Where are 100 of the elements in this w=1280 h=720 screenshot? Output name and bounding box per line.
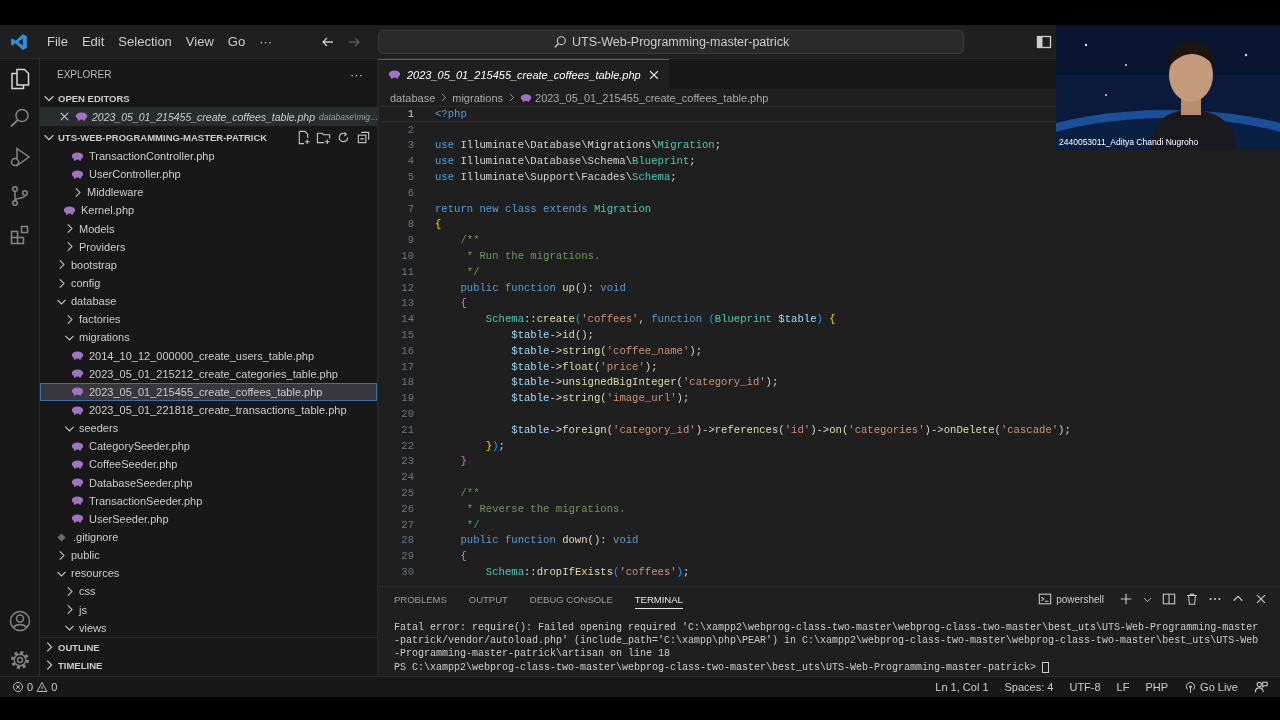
tree-item[interactable]: config [40, 274, 377, 293]
line-number: 6 [406, 186, 414, 199]
tree-item[interactable]: js [40, 600, 377, 619]
status-item[interactable]: LF [1116, 681, 1130, 693]
tree-item[interactable]: Middleware [40, 183, 377, 202]
new-file-icon[interactable] [296, 129, 311, 145]
tree-item[interactable]: 2023_05_01_221818_create_transactions_table.php [40, 400, 377, 420]
panel-tab[interactable]: OUTPUT [468, 589, 508, 609]
tree-item[interactable]: UserSeeder.php [40, 509, 377, 528]
code-line: public function up(): void [459, 281, 626, 294]
breadcrumb-item[interactable]: migrations [452, 91, 503, 104]
code-line: */ [465, 265, 480, 278]
line-number: 21 [400, 423, 414, 436]
close-icon[interactable] [1254, 592, 1268, 606]
tree-item[interactable]: Providers [40, 237, 377, 256]
section-header[interactable]: UTS-WEB-PROGRAMMING-MASTER-PATRICK [40, 130, 268, 144]
tree-item[interactable]: seeders [40, 419, 377, 438]
tree-item[interactable]: Kernel.php [40, 201, 377, 220]
tree-item[interactable]: TransactionSeeder.php [40, 491, 377, 510]
refresh-icon[interactable] [336, 129, 351, 145]
open-editor-item[interactable]: 2023_05_01_215455_create_coffees_table.php database\mig… [40, 107, 377, 126]
line-number: 15 [400, 329, 414, 342]
line-number: 24 [400, 471, 414, 484]
layout-icon[interactable] [1036, 33, 1053, 50]
tree-item[interactable]: 2014_10_12_000000_create_users_table.php [40, 346, 377, 365]
collapse-all-icon[interactable] [356, 129, 371, 145]
line-number: 7 [406, 202, 414, 215]
breadcrumb-item[interactable]: database [390, 91, 436, 104]
tree-item[interactable]: 2023_05_01_215212_create_categories_table.php [40, 364, 377, 383]
editor-tab[interactable]: 2023_05_01_215455_create_coffees_table.php [378, 59, 669, 89]
line-number: 14 [400, 313, 414, 326]
tree-item[interactable]: migrations [40, 328, 377, 347]
line-number: 25 [400, 487, 414, 499]
status-item[interactable]: Ln 1, Col 1 [935, 681, 989, 693]
code-line: { [459, 297, 467, 310]
app-logo-icon [10, 32, 28, 51]
problems-button[interactable]: 0 0 [12, 681, 58, 693]
code-line: $table->unsignedBigInteger('category_id'); [510, 376, 779, 389]
tree-item[interactable]: CoffeeSeeder.php [40, 455, 377, 474]
code-line: Schema::create('coffees', function (Blueprint $table) { [484, 313, 836, 326]
panel-tab[interactable]: DEBUG CONSOLE [529, 589, 613, 609]
line-number: 22 [400, 439, 414, 452]
line-number: 3 [406, 139, 414, 152]
tree-item[interactable]: .gitignore [40, 527, 377, 547]
warning-icon [36, 681, 49, 693]
line-number: 1 [406, 107, 414, 120]
broadcast-icon [1184, 680, 1198, 694]
file-type-icon [71, 149, 84, 163]
menu-item[interactable]: Go [221, 31, 252, 52]
error-icon [12, 681, 24, 693]
file-type-icon [71, 457, 84, 471]
tree-item[interactable]: resources [40, 564, 377, 583]
menu-item[interactable]: View [179, 31, 220, 52]
menu-item[interactable]: File [41, 31, 74, 52]
status-item[interactable]: PHP [1145, 681, 1169, 693]
feedback-icon[interactable] [1254, 680, 1268, 694]
tree-item[interactable]: UserController.php [40, 165, 377, 184]
tree-item[interactable]: bootstrap [40, 255, 377, 274]
tree-item[interactable]: factories [40, 310, 377, 329]
menu-item[interactable]: Edit [75, 31, 111, 52]
tree-item[interactable]: Models [40, 219, 377, 238]
section-header[interactable]: OPEN EDITORS [40, 91, 130, 105]
status-item[interactable]: Spaces: 4 [1004, 681, 1054, 693]
status-item[interactable]: UTF-8 [1069, 681, 1101, 693]
close-icon[interactable] [58, 110, 71, 123]
line-number: 20 [400, 408, 414, 421]
file-type-icon [71, 167, 84, 181]
tree-item[interactable]: 2023_05_01_215455_create_coffees_table.php [40, 382, 377, 401]
account-icon[interactable] [7, 609, 32, 633]
participant-name: 2440053011_Aditya Chandi Nugroho [1059, 137, 1199, 147]
panel-tab[interactable]: PROBLEMS [394, 589, 447, 609]
code-line: /** [459, 487, 480, 499]
section-header[interactable]: TIMELINE [40, 658, 103, 672]
menu-item[interactable]: ··· [253, 31, 279, 52]
split-icon[interactable] [1162, 592, 1176, 606]
section-header[interactable]: OUTLINE [40, 640, 100, 654]
terminal-line: Fatal error: require(): Failed opening required 'C:\xampp2\webprog-class-two-master\webprog-class-two-master\best_uts\UTS-Web-Programming-master [394, 621, 1260, 635]
go-live-button[interactable]: Go Live [1184, 680, 1238, 694]
terminal-selector[interactable]: powershell [1038, 592, 1104, 606]
tree-item[interactable]: DatabaseSeeder.php [40, 473, 377, 492]
tree-item[interactable]: views [40, 618, 377, 637]
menu-item[interactable]: Selection [112, 31, 178, 52]
code-line: $table->foreign('category_id')->references('id')->on('categories')->onDelete('cascade'); [510, 423, 1071, 436]
panel-tab[interactable]: TERMINAL [634, 589, 683, 609]
tree-item[interactable]: TransactionController.php [40, 147, 377, 166]
line-number: 19 [400, 392, 414, 405]
tree-item[interactable]: css [40, 582, 377, 601]
trash-icon[interactable] [1185, 592, 1199, 606]
search-field[interactable]: UTS-Web-Programming-master-patrick [378, 29, 965, 54]
breadcrumb-item[interactable]: 2023_05_01_215455_create_coffees_table.php [535, 91, 769, 104]
diamond-icon [55, 530, 68, 544]
file-type-icon [71, 403, 84, 417]
tree-item[interactable]: public [40, 546, 377, 565]
file-type-icon [520, 91, 532, 104]
tree-item[interactable]: CategorySeeder.php [40, 437, 377, 456]
more-actions-button[interactable]: ··· [350, 66, 363, 82]
plus-icon[interactable] [1119, 592, 1133, 606]
tree-item[interactable]: database [40, 292, 377, 311]
code-line: $table->string('coffee_name'); [510, 344, 703, 357]
line-number: 26 [400, 502, 414, 515]
